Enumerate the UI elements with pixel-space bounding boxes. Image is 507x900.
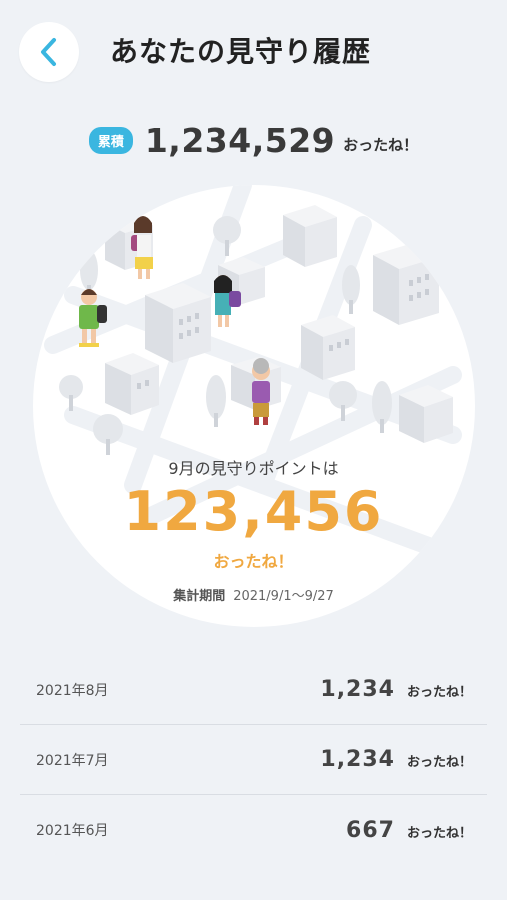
history-value: 1,234 — [320, 677, 395, 702]
history-value: 667 — [346, 817, 395, 843]
total-unit: おったね！ — [343, 135, 419, 154]
history-month: 2021年6月 — [36, 823, 109, 839]
period-range: 2021/9/1〜9/27 — [233, 589, 334, 604]
history-value: 1,234 — [320, 747, 395, 772]
page-title: あなたの見守り履歴 — [110, 35, 372, 68]
history-row[interactable]: 2021年8月 1,234 おったね！ — [20, 655, 487, 725]
back-button[interactable] — [19, 22, 79, 82]
month-points-unit: おったね！ — [213, 552, 294, 571]
history-list: 2021年8月 1,234 おったね！ 2021年7月 1,234 おったね！ … — [20, 655, 487, 865]
chevron-left-icon — [41, 38, 56, 66]
month-points-label: 9月の見守りポイントは — [168, 459, 339, 478]
total-points: 累積 1,234,529 おったね！ — [0, 118, 507, 162]
history-row[interactable]: 2021年7月 1,234 おったね！ — [20, 725, 487, 795]
history-unit: おったね！ — [406, 685, 472, 700]
history-unit: おったね！ — [406, 825, 472, 841]
history-unit: おったね！ — [406, 755, 472, 770]
month-points-value: 123,456 — [123, 480, 384, 543]
total-value: 1,234,529 — [144, 120, 336, 160]
total-badge: 累積 — [88, 126, 133, 154]
history-month: 2021年8月 — [36, 682, 109, 699]
history-month: 2021年7月 — [36, 752, 109, 769]
period-label: 集計期間 — [173, 589, 226, 604]
history-row[interactable]: 2021年6月 667 おったね！ — [20, 795, 487, 865]
header: あなたの見守り履歴 — [0, 0, 507, 106]
aggregation-period: 集計期間 2021/9/1〜9/27 — [0, 585, 507, 604]
